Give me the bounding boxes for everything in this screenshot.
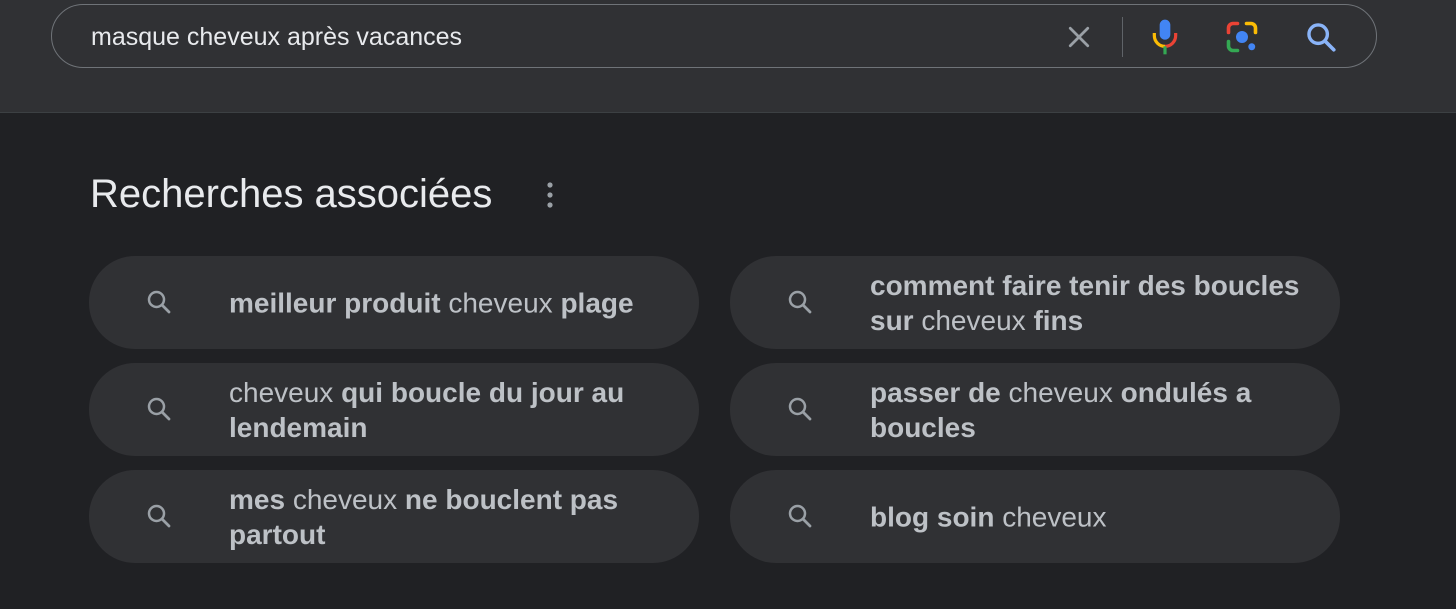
related-search-text: meilleur produit cheveux plage (229, 285, 669, 320)
query-term: cheveux (285, 483, 405, 515)
highlighted-term: meilleur produit (229, 287, 441, 318)
close-icon[interactable] (1064, 22, 1094, 52)
related-search-chip[interactable]: passer de cheveux ondulés a boucles (730, 363, 1340, 456)
related-search-text: passer de cheveux ondulés a boucles (870, 375, 1310, 445)
related-search-text: cheveux qui boucle du jour au lendemain (229, 375, 669, 445)
search-input[interactable]: masque cheveux après vacances (91, 22, 462, 52)
highlighted-term: mes (229, 483, 286, 515)
related-search-text: blog soin cheveux (870, 499, 1310, 534)
highlighted-term: passer de (870, 376, 1001, 408)
related-search-chip[interactable]: cheveux qui boucle du jour au lendemain (89, 363, 699, 456)
search-icon (788, 290, 812, 314)
search-icon[interactable] (1304, 20, 1338, 54)
more-options-icon[interactable] (538, 178, 562, 212)
microphone-icon[interactable] (1149, 17, 1181, 57)
query-term: cheveux (1000, 376, 1121, 408)
query-term: cheveux (229, 376, 342, 408)
highlighted-term: fins (1033, 304, 1084, 336)
related-search-chip[interactable]: meilleur produit cheveux plage (89, 256, 699, 349)
lens-icon[interactable] (1224, 19, 1260, 55)
query-term: cheveux (440, 287, 561, 318)
related-searches-title: Recherches associées (90, 172, 493, 216)
search-icon (788, 504, 812, 528)
highlighted-term: plage (560, 287, 634, 318)
search-box[interactable]: masque cheveux après vacances (51, 4, 1377, 68)
related-search-text: comment faire tenir des boucles sur chev… (870, 268, 1310, 338)
search-icon (147, 290, 171, 314)
search-icon (147, 504, 171, 528)
search-divider (1122, 17, 1123, 57)
query-term: cheveux (913, 304, 1034, 336)
related-search-text: mes cheveux ne bouclent pas partout (229, 482, 669, 552)
related-search-chip[interactable]: blog soin cheveux (730, 470, 1340, 563)
highlighted-term: blog soin (870, 501, 995, 532)
search-header: masque cheveux après vacances (0, 0, 1456, 113)
search-icon (147, 397, 171, 421)
search-icon (788, 397, 812, 421)
related-search-chip[interactable]: mes cheveux ne bouclent pas partout (89, 470, 699, 563)
related-search-chip[interactable]: comment faire tenir des boucles sur chev… (730, 256, 1340, 349)
query-term: cheveux (994, 501, 1107, 532)
